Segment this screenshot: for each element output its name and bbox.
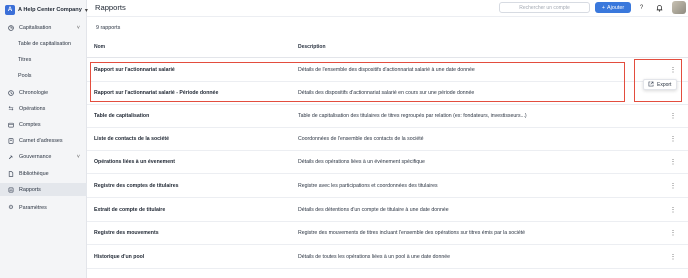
add-button[interactable]: + Ajouter — [595, 2, 631, 13]
file-icon — [8, 170, 14, 177]
sidebar-item-carnet-d-adresses[interactable]: Carnet d'adresses — [0, 134, 87, 147]
table-row[interactable]: Registre des comptes de titulaires Regis… — [87, 175, 688, 198]
report-name: Registre des comptes de titulaires — [94, 183, 179, 189]
report-description: Coordonnées de l'ensemble des contacts d… — [298, 136, 424, 142]
sidebar-item-label: Chronologie — [19, 89, 49, 96]
report-name: Extrait de compte de titulaire — [94, 207, 166, 213]
sidebar-item-label: Table de capitalisation — [18, 41, 72, 47]
header-divider — [87, 16, 688, 17]
sidebar-item-rapports[interactable]: Rapports — [0, 183, 87, 196]
more-options-icon[interactable]: ⋮ — [670, 181, 677, 191]
address-book-icon — [8, 137, 14, 144]
table-row[interactable]: Registre des mouvements Registre des mou… — [87, 222, 688, 245]
wallet-icon — [8, 122, 14, 128]
sidebar-item-label: Titres — [18, 57, 32, 63]
avatar[interactable] — [672, 1, 686, 14]
sidebar-item-label: Comptes — [19, 121, 41, 128]
sidebar-item-chronologie[interactable]: Chronologie — [0, 86, 87, 99]
sidebar-item-label: Paramètres — [19, 204, 47, 211]
sidebar-item-label: Gouvernance — [19, 153, 52, 160]
report-name: Liste de contacts de la société — [94, 136, 169, 142]
sidebar-item-label: Pools — [18, 73, 32, 79]
table-row[interactable]: Opérations liées à un évenement Détails … — [87, 151, 688, 174]
sidebar: A A Help Center Company ▾ Capitalisation… — [0, 0, 88, 278]
chevron-down-icon: ▾ — [84, 7, 88, 14]
report-description: Registre avec les participations et coor… — [298, 183, 438, 189]
sidebar-item-operations[interactable]: ⇆ Opérations — [0, 102, 87, 115]
highlight-box-rows — [90, 62, 625, 102]
table-header-divider — [87, 57, 688, 58]
sidebar-item-capitalisation[interactable]: Capitalisation ˅ — [0, 21, 87, 34]
report-name: Table de capitalisation — [94, 113, 150, 119]
sidebar-item-table-de-capitalisation[interactable]: Table de capitalisation — [18, 38, 87, 50]
add-button-label: Ajouter — [607, 4, 625, 11]
sidebar-item-label: Capitalisation — [19, 24, 52, 31]
report-description: Détails des détentions d'un compte de ti… — [298, 207, 449, 213]
report-description: Détails des opérations liées à un évènem… — [298, 159, 425, 165]
report-icon — [8, 187, 14, 193]
sidebar-item-label: Carnet d'adresses — [19, 137, 63, 144]
table-row[interactable]: Extrait de compte de titulaire Détails d… — [87, 199, 688, 222]
more-options-icon[interactable]: ⋮ — [670, 134, 677, 144]
more-options-icon[interactable]: ⋮ — [670, 252, 677, 262]
sidebar-item-pools[interactable]: Pools — [18, 70, 87, 82]
column-header-name: Nom — [94, 44, 106, 50]
help-button[interactable]: ? — [636, 2, 647, 13]
report-name: Registre des mouvements — [94, 230, 159, 236]
sidebar-item-titres[interactable]: Titres — [18, 54, 87, 66]
company-logo: A — [5, 5, 15, 15]
highlight-box-menu — [634, 59, 682, 102]
chevron-down-icon: ˅ — [76, 24, 80, 31]
sidebar-item-label: Rapports — [19, 186, 41, 193]
gavel-icon — [8, 154, 14, 160]
table-row[interactable]: Table de capitalisation Table de capital… — [87, 105, 688, 128]
sidebar-item-comptes[interactable]: Comptes — [0, 118, 87, 131]
search-input[interactable]: Rechercher un compte — [499, 2, 590, 13]
report-count: 9 rapports — [96, 25, 121, 31]
more-options-icon[interactable]: ⋮ — [670, 205, 677, 215]
report-name: Opérations liées à un évenement — [94, 159, 176, 165]
company-switcher[interactable]: A A Help Center Company ▾ — [5, 4, 88, 16]
chevron-down-icon: ˅ — [76, 153, 80, 160]
sidebar-item-parametres[interactable]: ⚙ Paramètres — [0, 201, 87, 214]
report-description: Registre des mouvements de titres inclua… — [298, 230, 526, 236]
report-description: Détails de toutes les opérations liées à… — [298, 254, 450, 260]
more-options-icon[interactable]: ⋮ — [670, 111, 677, 121]
company-name: A Help Center Company — [18, 7, 82, 13]
timeline-icon — [8, 89, 14, 96]
pie-chart-icon — [8, 24, 14, 31]
report-description: Table de capitalisation des titulaires d… — [298, 113, 527, 119]
transfer-icon: ⇆ — [8, 106, 14, 112]
more-options-icon[interactable]: ⋮ — [670, 228, 677, 238]
sidebar-item-label: Bibliothèque — [19, 170, 49, 177]
report-name: Historique d'un pool — [94, 254, 145, 260]
bell-icon[interactable] — [654, 2, 665, 13]
gear-icon: ⚙ — [8, 205, 14, 211]
sidebar-item-label: Opérations — [19, 105, 46, 112]
sidebar-item-gouvernance[interactable]: Gouvernance ˅ — [0, 150, 87, 163]
more-options-icon[interactable]: ⋮ — [670, 157, 677, 167]
table-row[interactable]: Historique d'un pool Détails de toutes l… — [87, 246, 688, 269]
plus-icon: + — [601, 4, 606, 11]
table-row[interactable]: Liste de contacts de la société Coordonn… — [87, 128, 688, 151]
column-header-description: Description — [298, 44, 326, 50]
sidebar-item-bibliotheque[interactable]: Bibliothèque — [0, 167, 87, 180]
page-title: Rapports — [95, 3, 126, 12]
